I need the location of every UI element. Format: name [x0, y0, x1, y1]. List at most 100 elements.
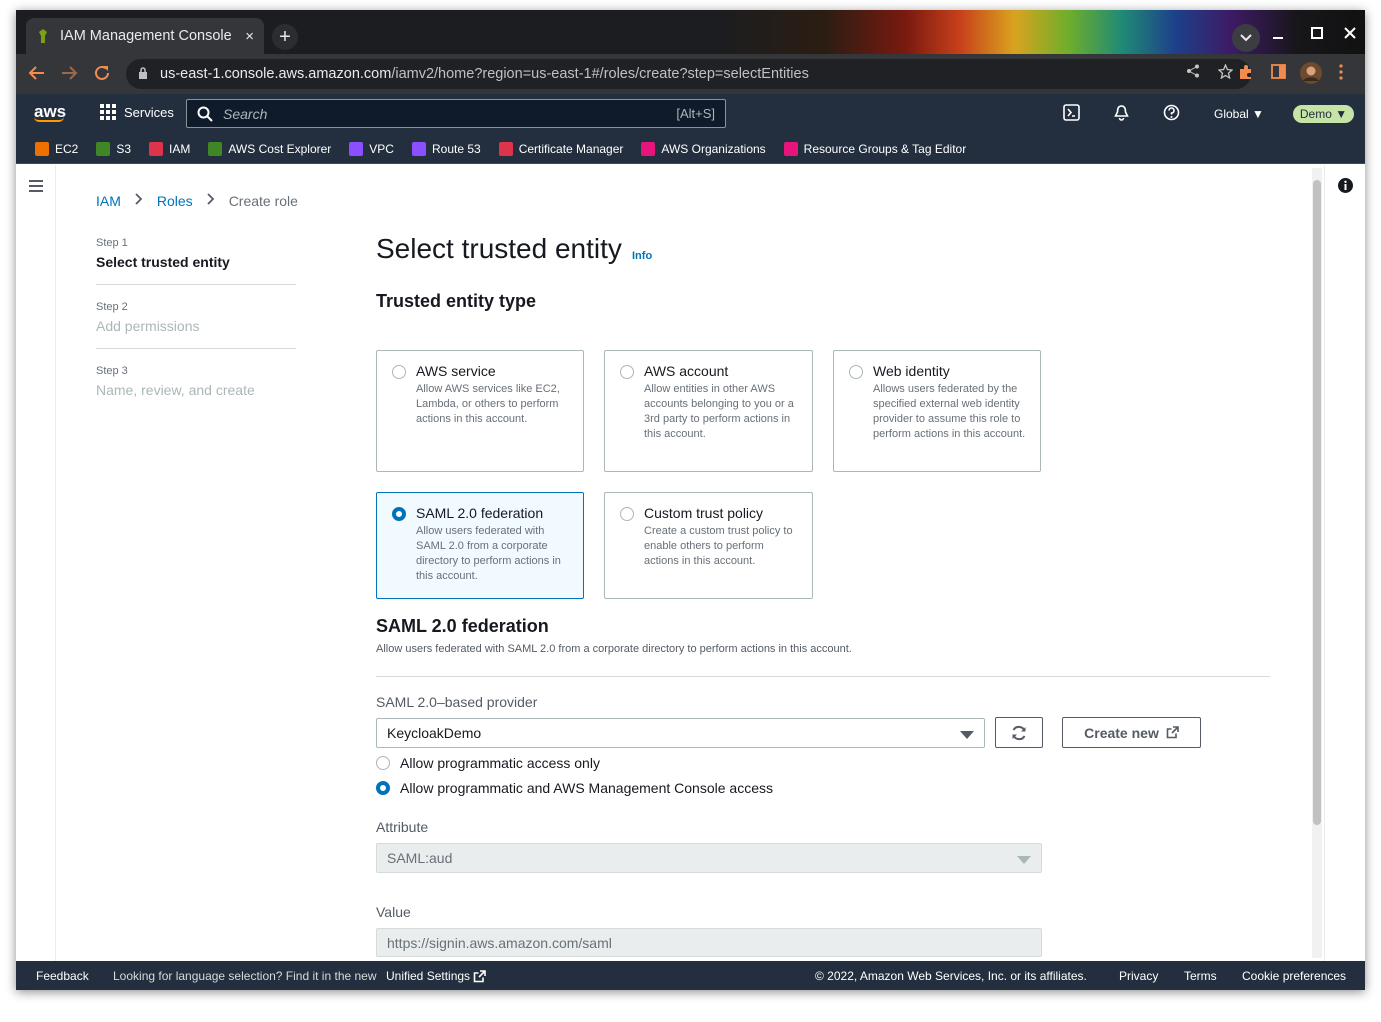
- help-icon[interactable]: [1163, 104, 1180, 126]
- address-bar[interactable]: us-east-1.console.aws.amazon.com/iamv2/h…: [126, 59, 1251, 89]
- favorite-item[interactable]: IAM: [149, 141, 191, 156]
- refresh-button[interactable]: [995, 717, 1043, 748]
- notifications-bell-icon[interactable]: [1113, 104, 1130, 126]
- terms-link[interactable]: Terms: [1184, 969, 1217, 983]
- favorite-item[interactable]: EC2: [35, 141, 78, 156]
- wizard-steps: Step 1 Select trusted entity Step 2 Add …: [96, 237, 296, 428]
- step-number: Step 2: [96, 301, 128, 313]
- info-link[interactable]: Info: [632, 250, 652, 262]
- bookmark-star-icon[interactable]: [1217, 63, 1234, 84]
- chevron-down-icon: [1017, 856, 1031, 864]
- card-title: Custom trust policy: [644, 505, 764, 521]
- tab-search-icon[interactable]: [1232, 24, 1260, 52]
- tab-title: IAM Management Console: [60, 28, 232, 44]
- entity-card-custom-trust-policy[interactable]: Custom trust policy Create a custom trus…: [604, 492, 813, 599]
- entity-card-web-identity[interactable]: Web identity Allows users federated by t…: [833, 350, 1041, 472]
- external-link-icon: [1166, 726, 1179, 739]
- service-icon: [641, 141, 656, 156]
- radio-button-selected[interactable]: [392, 507, 406, 521]
- new-tab-button[interactable]: +: [272, 24, 298, 50]
- radio-button[interactable]: [376, 756, 390, 770]
- saml-heading: SAML 2.0 federation: [376, 616, 549, 636]
- window-close-icon[interactable]: [1344, 26, 1356, 44]
- browser-tab[interactable]: IAM Management Console ×: [26, 18, 264, 54]
- scrollbar-thumb[interactable]: [1313, 180, 1321, 825]
- option-programmatic-and-console[interactable]: Allow programmatic and AWS Management Co…: [376, 780, 773, 796]
- radio-button[interactable]: [392, 365, 406, 379]
- side-panel-icon[interactable]: [1271, 64, 1286, 84]
- forward-icon[interactable]: [60, 64, 78, 87]
- favorite-item[interactable]: AWS Cost Explorer: [208, 141, 331, 156]
- saml-description: Allow users federated with SAML 2.0 from…: [376, 643, 852, 655]
- favorite-item[interactable]: VPC: [349, 141, 394, 156]
- tab-close-icon[interactable]: ×: [245, 28, 254, 45]
- unified-settings-label: Unified Settings: [386, 969, 471, 983]
- service-icon: [149, 141, 164, 156]
- option-programmatic-only[interactable]: Allow programmatic access only: [376, 755, 600, 771]
- favorite-item[interactable]: Certificate Manager: [498, 141, 623, 156]
- hamburger-menu-icon[interactable]: [29, 179, 43, 197]
- favorite-label: IAM: [169, 141, 191, 156]
- tab-strip: IAM Management Console × +: [16, 10, 1365, 54]
- entity-card-saml-federation[interactable]: SAML 2.0 federation Allow users federate…: [376, 492, 584, 599]
- service-icon: [411, 141, 426, 156]
- reload-icon[interactable]: [93, 64, 111, 87]
- wizard-step-3: Step 3 Name, review, and create: [96, 365, 296, 412]
- card-title: SAML 2.0 federation: [416, 505, 544, 521]
- extensions-puzzle-icon[interactable]: [1238, 64, 1254, 85]
- create-new-label: Create new: [1084, 724, 1159, 741]
- maximize-icon[interactable]: [1311, 26, 1323, 44]
- console-search-input[interactable]: Search [Alt+S]: [186, 99, 726, 128]
- step-number: Step 3: [96, 365, 128, 377]
- share-icon[interactable]: [1186, 64, 1200, 84]
- services-menu-button[interactable]: Services: [100, 104, 174, 120]
- aws-logo[interactable]: aws: [34, 102, 66, 122]
- profile-avatar[interactable]: [1300, 62, 1322, 89]
- section-divider: [376, 676, 1270, 677]
- breadcrumb-roles[interactable]: Roles: [157, 193, 193, 209]
- radio-button-selected[interactable]: [376, 781, 390, 795]
- entity-card-aws-account[interactable]: AWS account Allow entities in other AWS …: [604, 350, 813, 472]
- external-link-icon: [473, 969, 486, 982]
- cloudshell-icon[interactable]: [1063, 104, 1080, 126]
- page-title: Select trusted entity: [376, 233, 622, 264]
- browser-toolbar: us-east-1.console.aws.amazon.com/iamv2/h…: [16, 54, 1365, 94]
- radio-button[interactable]: [849, 365, 863, 379]
- radio-button[interactable]: [620, 365, 634, 379]
- privacy-link[interactable]: Privacy: [1119, 969, 1158, 983]
- back-icon[interactable]: [28, 64, 46, 87]
- breadcrumb-current: Create role: [228, 193, 298, 209]
- search-placeholder: Search: [223, 105, 268, 122]
- card-title: Web identity: [873, 363, 950, 379]
- feedback-link[interactable]: Feedback: [36, 969, 89, 983]
- create-new-provider-button[interactable]: Create new: [1062, 717, 1201, 748]
- cookie-preferences-link[interactable]: Cookie preferences: [1242, 969, 1346, 983]
- favorite-label: S3: [116, 141, 132, 156]
- services-label: Services: [124, 104, 174, 120]
- wizard-step-1[interactable]: Step 1 Select trusted entity: [96, 237, 296, 285]
- card-description: Allow AWS services like EC2, Lambda, or …: [416, 383, 560, 425]
- option-label: Allow programmatic and AWS Management Co…: [400, 780, 773, 796]
- browser-menu-icon[interactable]: [1339, 64, 1343, 85]
- entity-card-aws-service[interactable]: AWS service Allow AWS services like EC2,…: [376, 350, 584, 472]
- breadcrumb-iam[interactable]: IAM: [96, 193, 121, 209]
- card-title: AWS service: [416, 363, 496, 379]
- refresh-icon: [1012, 725, 1026, 740]
- account-menu[interactable]: Demo ▼: [1293, 105, 1354, 123]
- lock-icon: [138, 66, 150, 82]
- browser-window: IAM Management Console × + us-east-1.con…: [16, 10, 1365, 990]
- search-icon: [197, 106, 213, 122]
- info-panel-icon[interactable]: [1338, 178, 1353, 198]
- favorite-item[interactable]: Resource Groups & Tag Editor: [783, 141, 966, 156]
- radio-button[interactable]: [620, 507, 634, 521]
- card-description: Allows users federated by the specified …: [873, 383, 1026, 440]
- unified-settings-link[interactable]: Unified Settings: [386, 969, 486, 983]
- favorite-label: AWS Organizations: [661, 141, 766, 156]
- minimize-icon[interactable]: [1272, 28, 1284, 46]
- saml-provider-select[interactable]: KeycloakDemo: [376, 718, 985, 748]
- region-selector[interactable]: Global ▼: [1214, 107, 1264, 121]
- copyright: © 2022, Amazon Web Services, Inc. or its…: [815, 969, 1087, 983]
- favorite-item[interactable]: AWS Organizations: [641, 141, 766, 156]
- favorite-item[interactable]: Route 53: [411, 141, 481, 156]
- favorite-item[interactable]: S3: [96, 141, 132, 156]
